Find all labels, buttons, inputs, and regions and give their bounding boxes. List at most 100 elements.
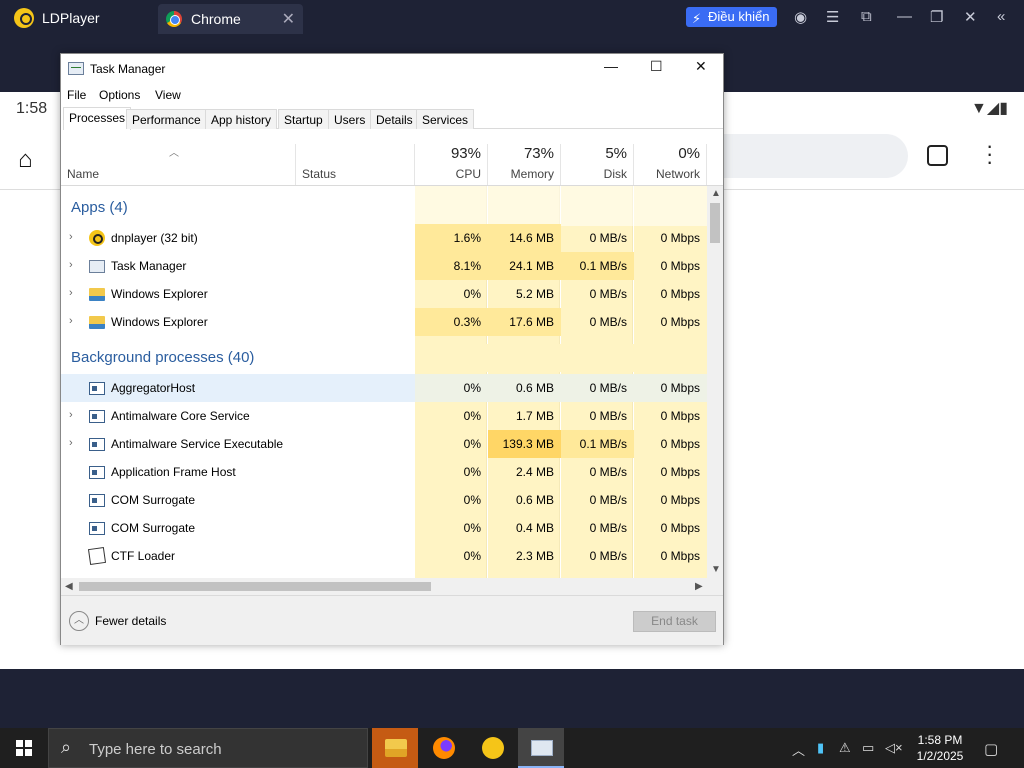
omnibox[interactable]: [720, 134, 908, 178]
chevron-up-icon[interactable]: ︿: [792, 740, 805, 759]
group-title: Apps (4): [71, 199, 128, 216]
close-tab-icon[interactable]: ✕: [282, 9, 295, 29]
taskbar-ldplayer[interactable]: [469, 728, 515, 768]
table-row[interactable]: COM Surrogate 0% 0.6 MB 0 MB/s 0 Mbps: [61, 486, 707, 514]
minimize-button[interactable]: —: [604, 58, 618, 74]
menu-file[interactable]: File: [67, 88, 86, 102]
home-icon[interactable]: ⌂: [18, 146, 33, 174]
menu-view[interactable]: View: [155, 88, 181, 102]
chevron-right-icon[interactable]: ›: [69, 231, 73, 243]
tab-strip: Processes Performance App history Startu…: [63, 107, 723, 130]
disk-value: 0 MB/s: [589, 465, 627, 479]
close-icon[interactable]: ✕: [964, 8, 977, 26]
column-header-name[interactable]: ︿ Name: [61, 144, 296, 185]
chevron-right-icon[interactable]: ›: [69, 259, 73, 271]
task-manager-titlebar[interactable]: Task Manager — ☐ ✕: [61, 54, 723, 84]
menu-icon[interactable]: ☰: [826, 8, 839, 26]
task-manager-icon: [68, 62, 84, 75]
chevron-right-icon[interactable]: ›: [69, 437, 73, 449]
tab-switcher-icon[interactable]: [927, 145, 948, 166]
memory-value: 2.3 MB: [515, 549, 554, 563]
table-row[interactable]: AggregatorHost 0% 0.6 MB 0 MB/s 0 Mbps: [61, 374, 707, 402]
taskbar-search-box[interactable]: ⌕ Type here to search: [48, 728, 368, 768]
network-icon[interactable]: ▭: [862, 740, 874, 756]
column-header-disk[interactable]: 5% Disk: [561, 144, 634, 185]
more-options-icon[interactable]: · · ·: [986, 135, 993, 173]
expand-arrows-icon[interactable]: «: [997, 8, 1005, 25]
emulator-tab-chrome[interactable]: Chrome ✕: [158, 4, 303, 34]
memory-value: 0.6 MB: [488, 374, 561, 402]
windows-taskbar: ⌕ Type here to search ︿ ▮ ⚠ ▭ ◁× 1:58 PM…: [0, 728, 1024, 768]
table-row[interactable]: › Antimalware Core Service 0% 1.7 MB 0 M…: [61, 402, 707, 430]
scroll-left-icon[interactable]: ◀: [65, 581, 73, 592]
scroll-right-icon[interactable]: ▶: [695, 581, 703, 592]
chevron-right-icon[interactable]: ›: [69, 409, 73, 421]
maximize-icon[interactable]: ❐: [930, 8, 943, 26]
horizontal-scrollbar[interactable]: ◀ ▶: [61, 578, 723, 595]
table-row[interactable]: › Windows Explorer 0.3% 17.6 MB 0 MB/s 0…: [61, 308, 707, 336]
table-row[interactable]: › Antimalware Service Executable 0% 139.…: [61, 430, 707, 458]
horizontal-scroll-thumb[interactable]: [79, 582, 431, 591]
table-row[interactable]: CTF Loader 0% 2.3 MB 0 MB/s 0 Mbps: [61, 542, 707, 570]
network-value: 0 Mbps: [660, 259, 700, 273]
security-icon[interactable]: ⚠: [839, 740, 851, 756]
windows-start-icon[interactable]: [16, 740, 32, 756]
process-name: COM Surrogate: [111, 521, 196, 535]
tab-services[interactable]: Services: [416, 109, 475, 129]
table-row[interactable]: › dnplayer (32 bit) 1.6% 14.6 MB 0 MB/s …: [61, 224, 707, 252]
control-button[interactable]: ⚡ Điều khiển: [686, 7, 778, 27]
vertical-scrollbar[interactable]: ▲ ▼: [707, 186, 723, 578]
column-header-cpu[interactable]: 93% CPU: [415, 144, 488, 185]
taskbar-task-manager[interactable]: [518, 728, 564, 768]
cpu-value: 0%: [463, 465, 481, 479]
taskbar-firefox[interactable]: [420, 728, 466, 768]
close-button[interactable]: ✕: [695, 58, 707, 75]
table-row[interactable]: › Windows Explorer 0% 5.2 MB 0 MB/s 0 Mb…: [61, 280, 707, 308]
tab-startup[interactable]: Startup: [278, 109, 329, 129]
minimize-icon[interactable]: —: [897, 8, 912, 25]
taskbar-file-explorer[interactable]: [372, 728, 418, 768]
service-icon: [89, 494, 105, 507]
column-header-memory[interactable]: 73% Memory: [488, 144, 561, 185]
end-task-button[interactable]: End task: [633, 611, 716, 632]
taskbar-clock[interactable]: 1:58 PM 1/2/2025: [910, 732, 970, 764]
memory-percent: 73%: [523, 145, 554, 162]
tab-performance[interactable]: Performance: [126, 109, 207, 129]
speaker-muted-icon[interactable]: ◁×: [885, 740, 903, 756]
account-icon[interactable]: ◉: [794, 8, 807, 26]
tab-app-history[interactable]: App history: [205, 109, 278, 129]
task-manager-window: Task Manager — ☐ ✕ File Options View Pro…: [60, 53, 724, 645]
table-row[interactable]: Application Frame Host 0% 2.4 MB 0 MB/s …: [61, 458, 707, 486]
chevron-up-circle-icon[interactable]: ︿: [69, 611, 89, 631]
scroll-up-icon[interactable]: ▲: [711, 188, 721, 199]
tab-users[interactable]: Users: [328, 109, 372, 129]
restore-small-icon[interactable]: ⧉: [861, 8, 872, 25]
task-manager-icon: [531, 740, 553, 756]
column-header-status[interactable]: Status: [296, 144, 415, 185]
maximize-button[interactable]: ☐: [650, 58, 663, 75]
tab-details[interactable]: Details: [370, 109, 419, 129]
app-tray-icon[interactable]: ▮: [817, 740, 824, 756]
chevron-right-icon[interactable]: ›: [69, 287, 73, 299]
cpu-value: 0%: [463, 409, 481, 423]
chevron-right-icon[interactable]: ›: [69, 315, 73, 327]
menu-options[interactable]: Options: [99, 88, 140, 102]
folder-icon: [385, 739, 407, 757]
group-header-background: Background processes (40): [61, 344, 707, 372]
vertical-scroll-thumb[interactable]: [710, 203, 720, 243]
table-row[interactable]: › Task Manager 8.1% 24.1 MB 0.1 MB/s 0 M…: [61, 252, 707, 280]
column-header-network[interactable]: 0% Network: [634, 144, 707, 185]
emulator-title: LDPlayer: [42, 10, 100, 26]
scroll-down-icon[interactable]: ▼: [711, 564, 721, 575]
network-value: 0 Mbps: [660, 549, 700, 563]
tab-processes[interactable]: Processes: [63, 107, 132, 130]
task-manager-icon: [89, 260, 105, 273]
fewer-details-link[interactable]: Fewer details: [95, 614, 166, 628]
notepad-pen-icon: [87, 546, 107, 566]
process-list: Apps (4) › dnplayer (32 bit) 1.6% 14.6 M…: [61, 186, 707, 578]
table-row[interactable]: COM Surrogate 0% 0.4 MB 0 MB/s 0 Mbps: [61, 514, 707, 542]
process-name: Application Frame Host: [111, 465, 236, 479]
network-percent: 0%: [678, 145, 700, 162]
cpu-value: 0.3%: [415, 308, 488, 336]
notification-icon[interactable]: ▢: [984, 740, 998, 758]
